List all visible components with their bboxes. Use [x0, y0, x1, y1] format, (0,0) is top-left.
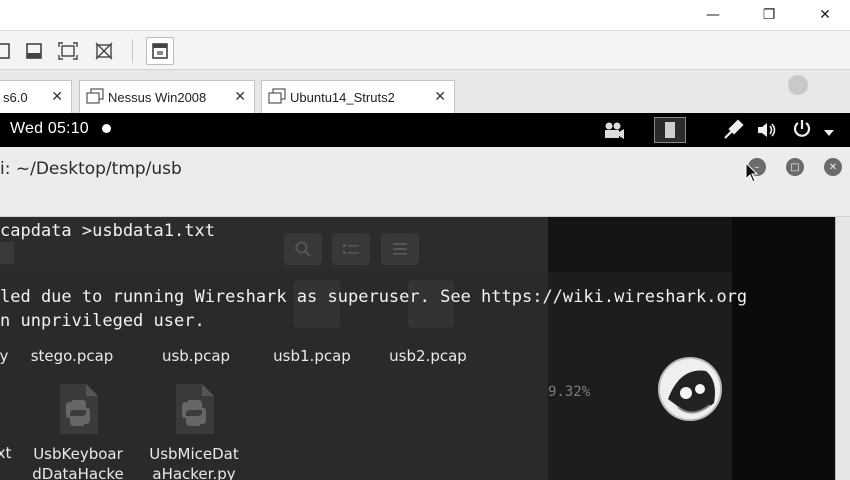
close-icon[interactable]: ✕	[234, 88, 246, 105]
menu-icon[interactable]	[381, 233, 419, 265]
python-file-icon[interactable]	[172, 382, 216, 436]
mouse-cursor-icon	[745, 161, 759, 189]
tab-label: Ubuntu14_Struts2	[290, 89, 395, 105]
tab-label: s6.0	[3, 89, 28, 105]
workspace-icon	[665, 122, 675, 138]
volume-icon[interactable]	[756, 120, 778, 145]
file-name[interactable]: y	[0, 347, 14, 365]
library-icon[interactable]	[788, 75, 808, 95]
file-name[interactable]: usb1.pcap	[266, 347, 358, 365]
file-name[interactable]: UsbMiceDat aHacker.py	[142, 444, 246, 480]
terminal-title: i: ~/Desktop/tmp/usb	[0, 159, 182, 179]
maximize-icon[interactable]: □	[786, 158, 804, 176]
file-name-line: dDataHacke	[32, 465, 124, 480]
close-icon[interactable]: ✕	[824, 158, 842, 176]
close-icon[interactable]: ✕	[434, 88, 446, 105]
video-camera-icon[interactable]	[602, 120, 626, 145]
tab-vm-3[interactable]: Ubuntu14_Struts2 ✕	[261, 80, 455, 113]
close-icon[interactable]: ✕	[51, 88, 63, 105]
view-console-icon[interactable]	[20, 37, 48, 65]
terminal-line: n unprivileged user.	[0, 311, 205, 331]
file-name-line: UsbKeyboar	[33, 445, 123, 463]
view-single-icon[interactable]	[0, 37, 16, 65]
file-name-line: aHacker.py	[152, 465, 236, 480]
minimize-button[interactable]: —	[690, 2, 736, 28]
view-options-icon[interactable]	[332, 233, 370, 265]
toolbar-divider	[132, 39, 133, 63]
file-name[interactable]: xt	[0, 444, 14, 462]
chevron-down-icon[interactable]	[822, 125, 836, 143]
back-button[interactable]	[0, 242, 14, 264]
file-name[interactable]: UsbKeyboar dDataHacke	[26, 444, 130, 480]
clock[interactable]: Wed 05:10	[10, 120, 89, 138]
fullscreen-icon[interactable]	[54, 37, 82, 65]
avatar[interactable]	[658, 357, 722, 421]
workspace-indicator[interactable]	[654, 117, 686, 143]
close-window-button[interactable]: ✕	[802, 2, 848, 28]
vm-icon	[268, 87, 286, 107]
terminal-line: capdata >usbdata1.txt	[0, 221, 215, 241]
no-scale-icon[interactable]	[90, 37, 118, 65]
search-icon[interactable]	[284, 233, 322, 265]
recording-dot-icon	[102, 124, 111, 133]
window-titlebar: — ❐ ✕	[0, 0, 850, 30]
file-name[interactable]: stego.pcap	[26, 347, 118, 365]
tab-vm-1[interactable]: s6.0 ✕	[0, 80, 72, 113]
vm-icon	[86, 87, 104, 107]
scrollbar[interactable]	[835, 217, 850, 480]
python-file-icon[interactable]	[56, 382, 100, 436]
vm-tabstrip: s6.0 ✕ Nessus Win2008 ✕ Ubuntu14_Struts2…	[0, 70, 850, 113]
pen-tool-icon[interactable]	[722, 119, 744, 146]
file-name-line: UsbMiceDat	[149, 445, 239, 463]
file-name[interactable]: usb2.pcap	[382, 347, 474, 365]
vm-toolbar	[0, 30, 850, 70]
background-strip	[732, 217, 835, 480]
file-name[interactable]: usb.pcap	[150, 347, 242, 365]
power-icon[interactable]	[792, 119, 812, 144]
terminal-line: led due to running Wireshark as superuse…	[0, 287, 748, 307]
terminal-header: i: ~/Desktop/tmp/usb	[0, 147, 850, 217]
progress-text: 9.32%	[548, 384, 591, 400]
restore-button[interactable]: ❐	[746, 2, 792, 28]
unity-icon[interactable]	[146, 37, 174, 65]
tab-vm-2[interactable]: Nessus Win2008 ✕	[79, 80, 255, 113]
tab-label: Nessus Win2008	[108, 89, 207, 105]
